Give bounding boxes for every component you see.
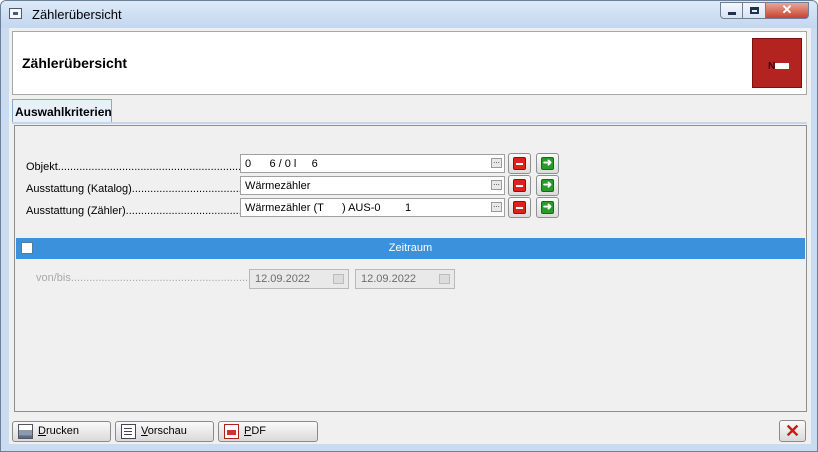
objekt-value: 0 6 / 0 l 6 xyxy=(245,158,318,170)
zaehler-lookup-button[interactable]: ... xyxy=(491,201,502,212)
print-button-label: Drucken xyxy=(38,425,79,437)
pdf-icon xyxy=(224,424,239,439)
date-to-field[interactable]: 12.09.2022 xyxy=(355,269,455,289)
katalog-value: Wärmezähler xyxy=(245,180,311,192)
minus-icon xyxy=(513,201,526,214)
objekt-lookup-button[interactable]: ... xyxy=(491,157,502,168)
objekt-select-button[interactable]: ➜ xyxy=(536,153,559,174)
company-logo: N xyxy=(752,38,802,88)
criteria-panel: Objekt..................................… xyxy=(14,125,807,412)
objekt-label: Objekt..................................… xyxy=(26,161,241,173)
document-preview-icon xyxy=(121,424,136,439)
date-to-value: 12.09.2022 xyxy=(361,273,417,285)
zaehler-clear-button[interactable] xyxy=(508,197,531,218)
dialog-body: Zählerübersicht N Auswahlkriterien Objek… xyxy=(9,28,811,444)
logo-mark xyxy=(775,63,789,69)
close-icon: ✕ xyxy=(784,421,801,441)
tab-strip-divider xyxy=(12,122,807,124)
katalog-lookup-button[interactable]: ... xyxy=(491,179,502,190)
minimize-button[interactable] xyxy=(720,2,743,19)
window-close-button[interactable]: ✕ xyxy=(765,2,809,19)
window-icon[interactable] xyxy=(9,8,22,19)
zaehler-select-button[interactable]: ➜ xyxy=(536,197,559,218)
page-title: Zählerübersicht xyxy=(22,55,128,71)
arrow-right-icon: ➜ xyxy=(541,201,554,214)
objekt-clear-button[interactable] xyxy=(508,153,531,174)
pdf-button-label: PDF xyxy=(244,425,267,437)
close-dialog-button[interactable]: ✕ xyxy=(779,420,806,442)
katalog-label: Ausstattung (Katalog)...................… xyxy=(26,183,241,195)
objekt-field[interactable]: 0 6 / 0 l 6 ... xyxy=(240,154,505,173)
preview-button[interactable]: Vorschau xyxy=(115,421,214,442)
close-icon: ✕ xyxy=(781,2,793,17)
arrow-right-icon: ➜ xyxy=(541,157,554,170)
katalog-clear-button[interactable] xyxy=(508,175,531,196)
header-panel: Zählerübersicht N xyxy=(12,31,807,95)
print-button[interactable]: Drucken xyxy=(12,421,111,442)
date-from-value: 12.09.2022 xyxy=(255,273,311,285)
minus-icon xyxy=(513,179,526,192)
katalog-select-button[interactable]: ➜ xyxy=(536,175,559,196)
printer-icon xyxy=(18,424,33,439)
window-title: Zählerübersicht xyxy=(32,7,122,22)
maximize-button[interactable] xyxy=(742,2,766,19)
tab-auswahlkriterien[interactable]: Auswahlkriterien xyxy=(12,99,112,122)
calendar-icon[interactable] xyxy=(439,274,450,284)
date-from-field[interactable]: 12.09.2022 xyxy=(249,269,349,289)
von-bis-label: von/bis.................................… xyxy=(36,272,251,284)
arrow-right-icon: ➜ xyxy=(541,179,554,192)
preview-button-label: Vorschau xyxy=(141,425,187,437)
minus-icon xyxy=(513,157,526,170)
title-bar[interactable]: Zählerübersicht ✕ xyxy=(1,1,817,28)
zeitraum-section-header: Zeitraum xyxy=(16,238,805,259)
zeitraum-title: Zeitraum xyxy=(388,242,433,254)
zaehler-field[interactable]: Wärmezähler (T ) AUS-0 1 ... xyxy=(240,198,505,217)
calendar-icon[interactable] xyxy=(333,274,344,284)
katalog-field[interactable]: Wärmezähler ... xyxy=(240,176,505,195)
zaehler-value: Wärmezähler (T ) AUS-0 1 xyxy=(245,202,412,214)
zaehler-label: Ausstattung (Zähler)....................… xyxy=(26,205,241,217)
pdf-button[interactable]: PDF xyxy=(218,421,318,442)
app-window: Zählerübersicht ✕ Zählerübersicht N Ausw… xyxy=(0,0,818,452)
